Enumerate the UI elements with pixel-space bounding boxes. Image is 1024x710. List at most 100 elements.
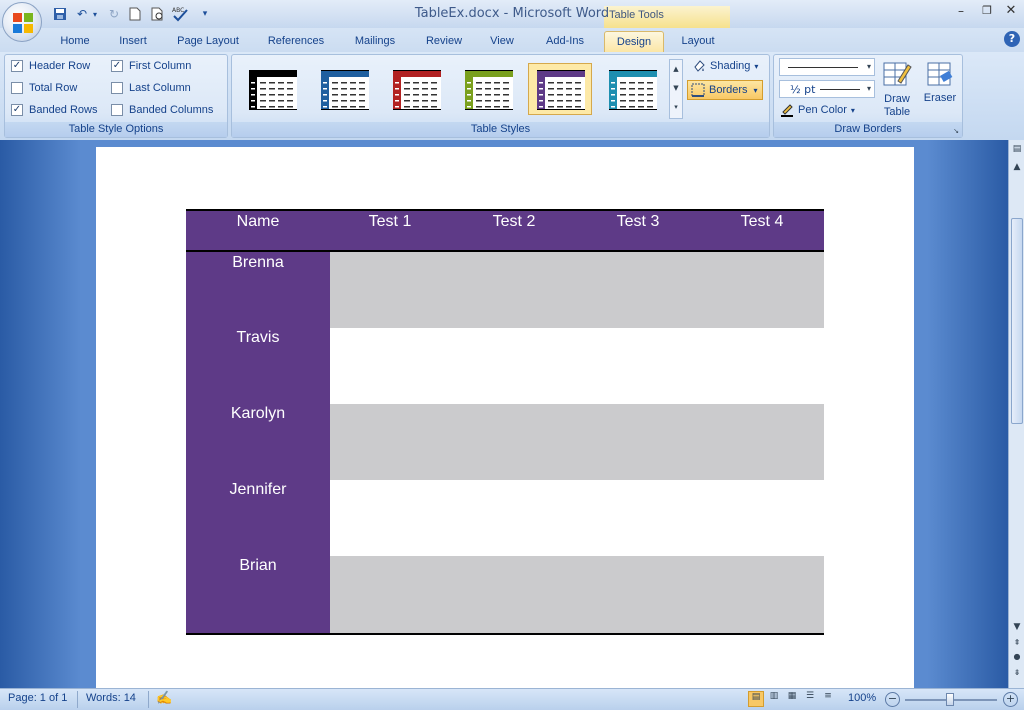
- line-style-dropdown[interactable]: ▾: [779, 58, 875, 76]
- unchecked-box: [111, 104, 123, 116]
- group-label: Table Style Options: [5, 122, 227, 137]
- browse-object-icon[interactable]: ●: [1011, 652, 1023, 664]
- check-icon: ✓: [11, 104, 23, 116]
- table-style-options-group: ✓ Header Row ✓ First Column Total Row Last…: [4, 54, 228, 138]
- web-layout-icon[interactable]: ▦: [784, 691, 800, 707]
- name-cell: Karolyn: [230, 405, 286, 422]
- draft-view-icon[interactable]: ≡: [820, 691, 836, 707]
- first-column-checkbox[interactable]: ✓ First Column: [111, 60, 191, 72]
- borders-icon: [691, 83, 705, 97]
- table-style-thumbnail[interactable]: [312, 63, 376, 115]
- borders-label: Borders: [709, 84, 748, 96]
- vertical-scrollbar[interactable]: ▤ ▲ ▼ ⇞ ● ⇟: [1008, 140, 1024, 688]
- zoom-level[interactable]: 100%: [848, 692, 876, 704]
- draw-borders-group: ▾ ½ pt ▾ Pen Color ▾ Draw Table Eraser Dr…: [773, 54, 963, 138]
- unchecked-box: [11, 82, 23, 94]
- draw-table-button[interactable]: Draw Table: [880, 59, 914, 123]
- outline-view-icon[interactable]: ☰: [802, 691, 818, 707]
- divider: [77, 691, 78, 708]
- table-style-thumbnail[interactable]: [528, 63, 592, 115]
- check-icon: ✓: [111, 60, 123, 72]
- tab-references[interactable]: References: [260, 31, 332, 52]
- page-count[interactable]: Page: 1 of 1: [8, 692, 67, 704]
- header-test-1: Test 1: [368, 213, 412, 230]
- draw-table-label: Draw Table: [883, 93, 911, 118]
- dialog-launcher-icon[interactable]: ↘: [953, 127, 959, 135]
- shading-button[interactable]: Shading ▾: [692, 59, 758, 73]
- print-layout-view-icon[interactable]: ▤: [748, 691, 764, 707]
- view-buttons: ▤ ▥ ▦ ☰ ≡: [748, 691, 838, 708]
- table-style-thumbnail[interactable]: [240, 63, 304, 115]
- tab-insert[interactable]: Insert: [110, 31, 156, 52]
- previous-page-icon[interactable]: ⇞: [1011, 638, 1023, 650]
- banded-rows-checkbox[interactable]: ✓ Banded Rows: [11, 104, 98, 116]
- office-button[interactable]: [2, 2, 42, 42]
- checkbox-label: Header Row: [29, 60, 91, 72]
- tab-home[interactable]: Home: [52, 31, 98, 52]
- borders-button[interactable]: Borders ▾: [687, 80, 763, 100]
- checkbox-label: First Column: [129, 60, 192, 72]
- scroll-thumb[interactable]: [1011, 218, 1023, 424]
- table-style-preview-icon: [321, 70, 369, 110]
- office-logo-icon: [13, 13, 33, 33]
- tab-page-layout[interactable]: Page Layout: [170, 31, 246, 52]
- last-column-checkbox[interactable]: Last Column: [111, 82, 191, 94]
- next-page-icon[interactable]: ⇟: [1011, 668, 1023, 680]
- tab-design[interactable]: Design: [604, 31, 664, 52]
- zoom-out-icon[interactable]: −: [885, 692, 900, 707]
- full-screen-reading-icon[interactable]: ▥: [766, 691, 782, 707]
- table-row: [330, 480, 824, 556]
- tab-mailings[interactable]: Mailings: [344, 31, 406, 52]
- proofing-icon[interactable]: ✍: [156, 690, 172, 706]
- header-row-checkbox[interactable]: ✓ Header Row: [11, 60, 90, 72]
- table-style-thumbnail[interactable]: [384, 63, 448, 115]
- banded-columns-checkbox[interactable]: Banded Columns: [111, 104, 213, 116]
- checkbox-label: Banded Rows: [29, 104, 98, 116]
- table-style-preview-icon: [465, 70, 513, 110]
- minimize-icon[interactable]: –: [952, 4, 970, 20]
- eraser-icon: [927, 62, 953, 86]
- table-styles-gallery: [232, 55, 672, 123]
- line-style-sample: [788, 67, 858, 68]
- eraser-label: Eraser: [923, 92, 957, 104]
- pen-color-button[interactable]: Pen Color ▾: [780, 103, 855, 117]
- eraser-button[interactable]: Eraser: [920, 59, 960, 123]
- table-row-band: [330, 556, 824, 633]
- table-style-preview-icon: [537, 70, 585, 110]
- check-icon: ✓: [11, 60, 23, 72]
- line-weight-dropdown[interactable]: ½ pt ▾: [779, 80, 875, 98]
- table-style-thumbnail[interactable]: [456, 63, 520, 115]
- line-weight-value: ½ pt: [790, 83, 816, 96]
- ruler-toggle-icon[interactable]: ▤: [1011, 144, 1023, 156]
- pen-color-icon: [781, 104, 793, 117]
- zoom-slider-thumb[interactable]: [946, 693, 954, 706]
- scroll-up-icon[interactable]: ▲: [1011, 162, 1023, 174]
- shading-label: Shading: [710, 60, 751, 72]
- chevron-down-icon: ▾: [866, 84, 871, 93]
- table-row: [330, 328, 824, 404]
- gallery-scroll[interactable]: ▲ ▼ ▾: [669, 59, 683, 119]
- table-style-thumbnail[interactable]: [600, 63, 664, 115]
- chevron-down-icon: ▾: [850, 105, 855, 115]
- divider: [148, 691, 149, 708]
- document-table[interactable]: Name Test 1 Test 2 Test 3 Test 4 Brenna …: [186, 209, 824, 635]
- tab-add-ins[interactable]: Add-Ins: [538, 31, 592, 52]
- word-count[interactable]: Words: 14: [86, 692, 136, 704]
- total-row-checkbox[interactable]: Total Row: [11, 82, 77, 94]
- status-bar: Page: 1 of 1 Words: 14 ✍ ▤ ▥ ▦ ☰ ≡ 100% …: [0, 688, 1024, 710]
- zoom-in-icon[interactable]: +: [1003, 692, 1018, 707]
- tab-layout[interactable]: Layout: [672, 31, 724, 52]
- header-test-3: Test 3: [616, 213, 660, 230]
- table-row-band: [330, 252, 824, 328]
- group-label: Draw Borders: [774, 122, 962, 137]
- restore-icon[interactable]: ❐: [978, 4, 996, 20]
- table-style-preview-icon: [609, 70, 657, 110]
- scroll-down-icon[interactable]: ▼: [1011, 622, 1023, 634]
- help-icon[interactable]: ?: [1004, 31, 1020, 47]
- name-cell: Jennifer: [229, 481, 287, 498]
- tab-view[interactable]: View: [482, 31, 522, 52]
- close-icon[interactable]: ✕: [1002, 3, 1020, 19]
- tab-review[interactable]: Review: [418, 31, 470, 52]
- pen-color-label: Pen Color: [798, 104, 847, 116]
- chevron-down-icon: ▾: [754, 61, 759, 71]
